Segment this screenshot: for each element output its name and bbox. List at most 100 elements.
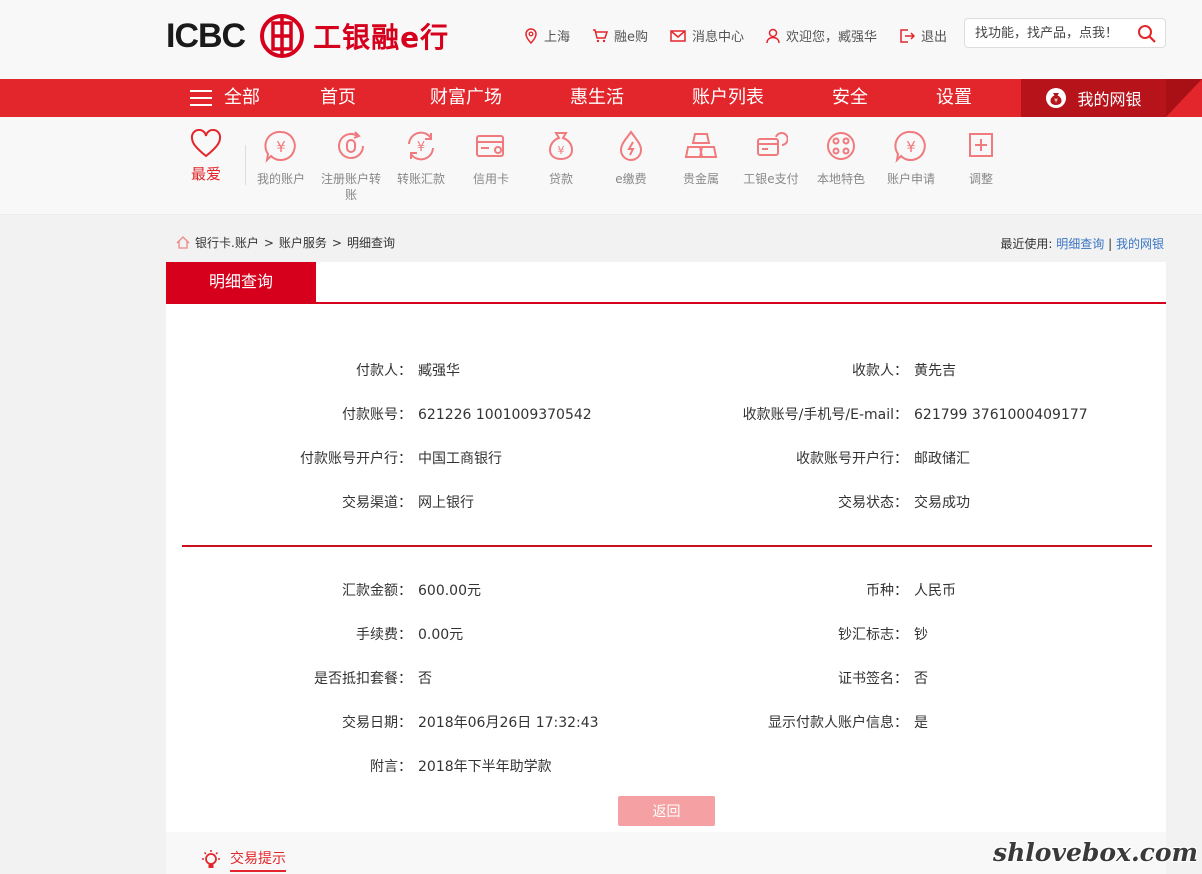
shortcut-transfer[interactable]: ¥ 转账汇款 — [386, 129, 456, 187]
search-box — [964, 18, 1166, 48]
search-icon[interactable] — [1137, 24, 1157, 44]
breadcrumb-item[interactable]: 账户服务 — [279, 234, 327, 251]
shortcut-label: e缴费 — [615, 172, 647, 186]
nav-fold-decoration — [1166, 79, 1202, 117]
detail-row: 汇款金额： 600.00元 币种： 人民币 — [166, 581, 1166, 601]
amount-value: 600.00元 — [418, 583, 481, 599]
breadcrumb-item[interactable]: 银行卡.账户 — [195, 234, 259, 251]
recent-label: 最近使用: — [1000, 237, 1053, 251]
payer-bank-value: 中国工商银行 — [418, 451, 502, 467]
shortcut-label: 工银e支付 — [743, 172, 799, 186]
shortcut-gold[interactable]: 贵金属 — [666, 129, 736, 187]
recent-separator: | — [1108, 237, 1116, 251]
favorite-label: 最爱 — [190, 165, 221, 183]
detail-row: 交易日期： 2018年06月26日 17:32:43 显示付款人账户信息： 是 — [166, 713, 1166, 733]
shortcut-credit-card[interactable]: 信用卡 — [456, 129, 526, 187]
top-link-shop[interactable]: 融e购 — [592, 26, 648, 45]
search-input[interactable] — [975, 25, 1135, 41]
recent-link[interactable]: 明细查询 — [1056, 237, 1104, 251]
top-link-location[interactable]: 上海 — [524, 26, 570, 45]
top-link-messages[interactable]: 消息中心 — [670, 26, 744, 45]
shortcut-account-apply[interactable]: ¥ 账户申请 — [876, 129, 946, 187]
status-label: 交易状态： — [838, 495, 908, 511]
nav-item-home[interactable]: 首页 — [320, 79, 356, 117]
my-bank-label: 我的网银 — [1077, 90, 1142, 109]
shortcut-label: 贵金属 — [682, 172, 719, 186]
shortcut-my-account[interactable]: ¥ 我的账户 — [246, 129, 316, 187]
channel-value: 网上银行 — [418, 495, 474, 511]
icbc-logo[interactable]: ICBC 工银融e行 — [166, 12, 449, 60]
shortcut-label: 信用卡 — [472, 172, 509, 186]
payee-value: 黄先吉 — [914, 363, 956, 379]
shortcut-label: 转账汇款 — [396, 172, 445, 186]
payer-account-label: 付款账号： — [342, 407, 412, 423]
top-link-user[interactable]: 欢迎您，臧强华 — [766, 26, 877, 45]
icbc-seal-icon — [260, 14, 305, 58]
back-button[interactable]: 返回 — [618, 796, 715, 826]
status-value: 交易成功 — [914, 495, 970, 511]
nav-item-all[interactable]: 全部 — [190, 79, 260, 117]
gold-icon — [684, 133, 718, 158]
heart-icon — [190, 129, 222, 158]
payee-account-label: 收款账号/手机号/E-mail： — [742, 407, 908, 423]
currency-label: 币种： — [866, 583, 908, 599]
date-value: 2018年06月26日 17:32:43 — [418, 715, 599, 731]
amount-label: 汇款金额： — [342, 583, 412, 599]
site-watermark: shlovebox.com — [993, 838, 1198, 867]
local-icon — [827, 132, 855, 160]
cash-flag-value: 钞 — [914, 627, 928, 643]
cart-icon — [593, 28, 609, 42]
lightbulb-icon — [202, 850, 220, 868]
show-payer-value: 是 — [914, 715, 928, 731]
transaction-hint[interactable]: 交易提示 — [200, 848, 286, 872]
show-payer-label: 显示付款人账户信息： — [768, 715, 908, 731]
fee-value: 0.00元 — [418, 627, 464, 643]
money-bag-icon: ¥ — [1046, 88, 1067, 108]
nav-item-accounts[interactable]: 账户列表 — [692, 79, 764, 117]
detail-row: 付款账号开户行： 中国工商银行 收款账号开户行： 邮政储汇 — [166, 449, 1166, 469]
payer-value: 臧强华 — [418, 363, 460, 379]
money-bag-icon: ¥ — [548, 132, 574, 161]
cert-sign-value: 否 — [914, 671, 928, 687]
my-bank-button[interactable]: ¥ 我的网银 — [1021, 79, 1166, 117]
menu-icon — [190, 90, 212, 106]
nav-item-settings[interactable]: 设置 — [936, 79, 972, 117]
shortcut-epay-bills[interactable]: e缴费 — [596, 129, 666, 187]
shortcut-label: 本地特色 — [816, 172, 865, 186]
home-icon[interactable] — [176, 236, 190, 249]
recent-used: 最近使用: 明细查询 | 我的网银 — [1000, 235, 1164, 252]
user-icon — [766, 28, 780, 43]
shortcut-register-transfer[interactable]: 注册账户转账 — [316, 129, 386, 203]
yuan-circle-icon: ¥ — [264, 130, 296, 163]
logout-icon — [900, 28, 916, 43]
plus-square-icon — [969, 133, 993, 157]
tab-underline — [166, 302, 1166, 304]
detail-row: 附言： 2018年下半年助学款 — [166, 757, 1166, 777]
shortcut-local-features[interactable]: 本地特色 — [806, 129, 876, 187]
breadcrumb-separator: > — [331, 235, 342, 250]
shortcut-adjust[interactable]: 调整 — [946, 129, 1016, 187]
nav-item-security[interactable]: 安全 — [832, 79, 868, 117]
shortcut-icbc-epay[interactable]: 工银e支付 — [736, 129, 806, 187]
recent-link[interactable]: 我的网银 — [1116, 237, 1164, 251]
shortcut-label: 账户申请 — [886, 172, 935, 186]
hint-label: 交易提示 — [230, 848, 286, 872]
breadcrumb-item-current: 明细查询 — [346, 236, 395, 250]
payee-bank-value: 邮政储汇 — [914, 451, 970, 467]
remark-value: 2018年下半年助学款 — [418, 759, 552, 775]
detail-row: 付款人： 臧强华 收款人： 黄先吉 — [166, 361, 1166, 381]
payee-bank-label: 收款账号开户行： — [796, 451, 908, 467]
shortcut-label: 调整 — [968, 172, 993, 186]
top-link-label: 上海 — [544, 30, 571, 45]
tab-detail-query[interactable]: 明细查询 — [166, 262, 316, 302]
channel-label: 交易渠道： — [342, 495, 412, 511]
svg-text:¥: ¥ — [906, 138, 916, 156]
shortcut-label: 贷款 — [548, 172, 573, 186]
favorite-button[interactable]: 最爱 — [188, 129, 224, 184]
shortcut-loan[interactable]: ¥ 贷款 — [526, 129, 596, 187]
nav-item-life[interactable]: 惠生活 — [570, 79, 624, 117]
top-link-logout[interactable]: 退出 — [899, 26, 947, 45]
payee-account-value: 621799 3761000409177 — [914, 407, 1088, 423]
breadcrumb: 银行卡.账户 > 账户服务 > 明细查询 — [176, 234, 395, 251]
nav-item-wealth[interactable]: 财富广场 — [430, 79, 502, 117]
